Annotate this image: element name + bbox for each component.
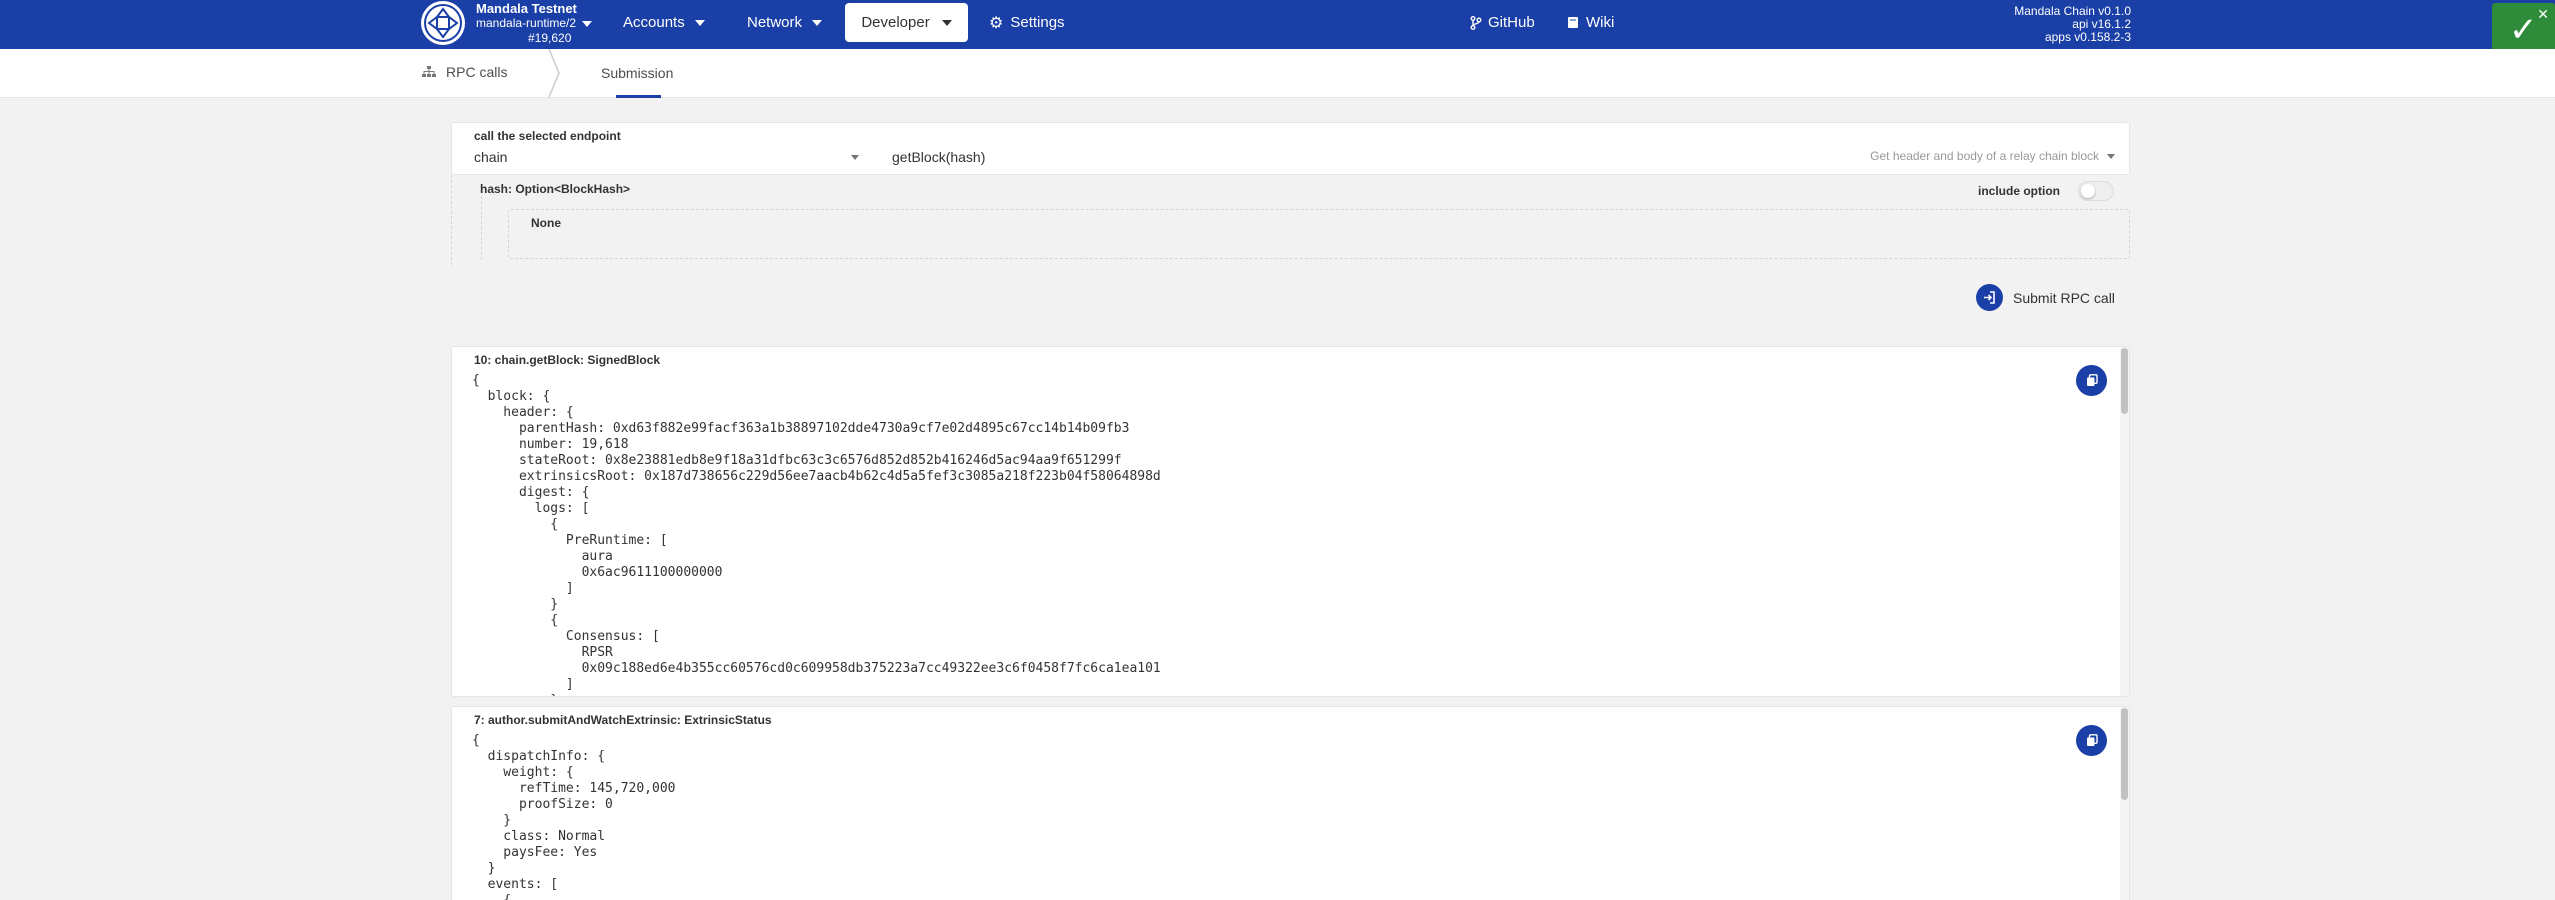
result-title: 10: chain.getBlock: SignedBlock <box>474 353 661 367</box>
section-dropdown[interactable]: chain <box>474 149 507 165</box>
active-tab-indicator <box>616 95 661 98</box>
method-description: Get header and body of a relay chain blo… <box>1870 149 2099 163</box>
result-json: { block: { header: { parentHash: 0xd63f8… <box>472 373 1161 696</box>
nav-network-label: Network <box>747 14 803 31</box>
nav-developer-label: Developer <box>861 14 930 31</box>
copy-button[interactable] <box>2076 725 2107 756</box>
tab-rpc-calls-label: RPC calls <box>446 64 508 80</box>
chevron-down-icon <box>812 19 823 26</box>
chain-name: Mandala Testnet <box>476 1 577 16</box>
runtime-version: mandala-runtime/2 <box>476 16 577 30</box>
chevron-down-icon <box>582 20 593 27</box>
tab-submission-label: Submission <box>601 65 674 81</box>
chevron-down-icon <box>694 19 705 26</box>
param-guide-line <box>451 175 452 265</box>
nav-settings-label: Settings <box>1010 14 1065 31</box>
toggle-knob <box>2081 184 2095 198</box>
copy-icon <box>2086 374 2098 386</box>
nav-network[interactable]: Network <box>747 0 823 45</box>
chain-selector[interactable]: Mandala Testnet mandala-runtime/2 #19,62… <box>476 1 593 46</box>
scrollbar[interactable] <box>2120 707 2129 900</box>
best-block-number: #19,620 <box>528 31 572 45</box>
gear-icon: ⚙ <box>989 14 1004 32</box>
param-value-box: None <box>508 209 2130 259</box>
apps-version: apps v0.158.2-3 <box>2044 30 2131 44</box>
nav-accounts-label: Accounts <box>623 14 685 31</box>
tab-separator <box>548 49 560 97</box>
scrollbar-thumb[interactable] <box>2121 708 2128 800</box>
copy-icon <box>2086 734 2098 746</box>
tabs-bar: RPC calls Submission <box>0 49 2555 98</box>
method-dropdown[interactable]: getBlock(hash) <box>892 149 985 165</box>
tab-rpc-calls[interactable]: RPC calls <box>422 64 507 80</box>
param-value: None <box>531 216 561 230</box>
code-branch-icon <box>1470 15 1482 30</box>
rpc-result-panel: 7: author.submitAndWatchExtrinsic: Extri… <box>451 706 2130 900</box>
sign-in-icon <box>1976 284 2003 311</box>
tab-submission[interactable]: Submission <box>601 65 673 81</box>
nav-github-label: GitHub <box>1488 14 1535 31</box>
chevron-down-icon <box>941 19 952 26</box>
nav-developer[interactable]: Developer <box>845 3 968 42</box>
param-label: hash: Option<BlockHash> <box>480 182 631 196</box>
nav-wiki-label: Wiki <box>1586 14 1615 31</box>
nav-wiki[interactable]: Wiki <box>1567 0 1614 45</box>
top-bar: Mandala Testnet mandala-runtime/2 #19,62… <box>0 0 2555 49</box>
chain-logo-icon[interactable] <box>421 1 465 45</box>
nav-accounts[interactable]: Accounts <box>623 0 705 45</box>
endpoint-label: call the selected endpoint <box>474 129 621 143</box>
result-title: 7: author.submitAndWatchExtrinsic: Extri… <box>474 713 772 727</box>
checkmark-icon: ✓ <box>2509 11 2538 49</box>
book-icon <box>1568 17 1578 28</box>
param-guide-line <box>481 196 482 260</box>
include-option-toggle[interactable] <box>2078 181 2114 201</box>
include-option-label: include option <box>1978 184 2060 198</box>
close-icon[interactable]: ✕ <box>2537 7 2549 21</box>
result-json: { dispatchInfo: { weight: { refTime: 145… <box>472 733 676 900</box>
rpc-result-panel: 10: chain.getBlock: SignedBlock { block:… <box>451 346 2130 697</box>
sitemap-icon <box>422 66 436 77</box>
version-info: Mandala Chain v0.1.0 api v16.1.2 apps v0… <box>2014 5 2131 44</box>
nav-github[interactable]: GitHub <box>1470 0 1535 45</box>
submit-rpc-label: Submit RPC call <box>2013 289 2115 306</box>
nav-settings[interactable]: ⚙ Settings <box>989 0 1065 45</box>
submit-rpc-button[interactable]: Submit RPC call <box>1976 284 2115 311</box>
chevron-down-icon[interactable] <box>2107 154 2115 159</box>
endpoint-selector: call the selected endpoint chain getBloc… <box>451 122 2130 175</box>
chevron-down-icon[interactable] <box>851 155 859 160</box>
copy-button[interactable] <box>2076 365 2107 396</box>
scrollbar[interactable] <box>2120 347 2129 696</box>
scrollbar-thumb[interactable] <box>2121 348 2128 414</box>
